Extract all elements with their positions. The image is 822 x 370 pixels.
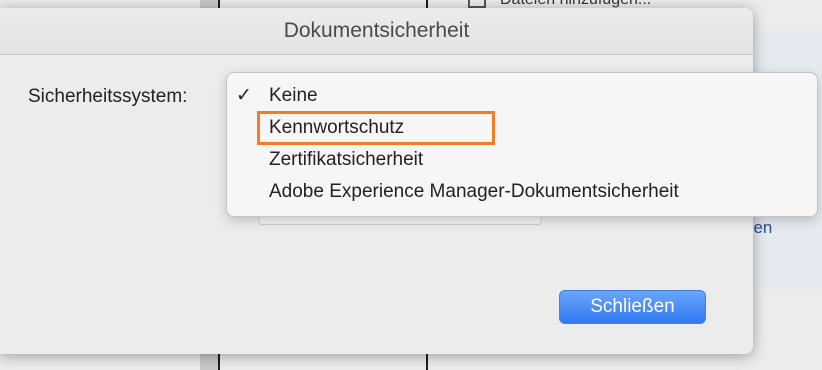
menu-item-zertifikatsicherheit[interactable]: Zertifikatsicherheit xyxy=(269,149,423,171)
menu-item-adobe-experience-manager[interactable]: Adobe Experience Manager-Dokumentsicherh… xyxy=(269,181,679,203)
highlight-box xyxy=(257,111,495,145)
menu-item-keine[interactable]: Keine xyxy=(269,85,318,107)
close-button[interactable]: Schließen xyxy=(559,290,706,324)
dialog-title: Dokumentsicherheit xyxy=(0,8,753,55)
checkmark-icon: ✓ xyxy=(236,85,252,106)
add-files-icon xyxy=(468,0,486,8)
security-system-label: Sicherheitssystem: xyxy=(28,86,188,107)
